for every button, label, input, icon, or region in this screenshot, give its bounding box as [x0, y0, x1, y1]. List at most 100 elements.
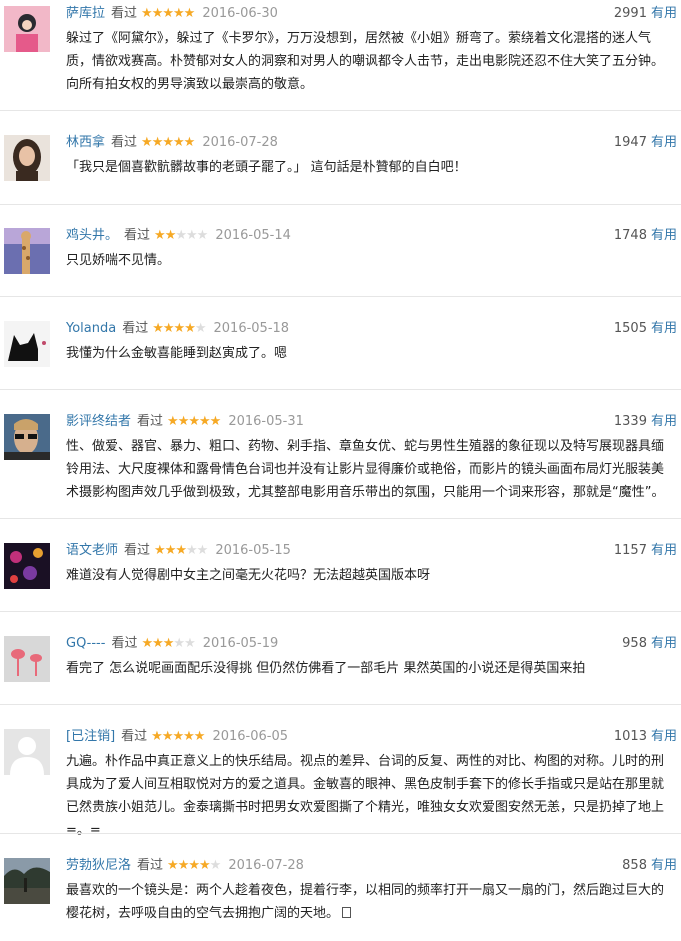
- star-filled-icon: ★: [141, 6, 153, 21]
- avatar-man-sunglasses-photo-icon: [4, 414, 50, 460]
- star-filled-icon: ★: [173, 321, 186, 336]
- comment-date: 2016-05-18: [213, 321, 290, 336]
- avatar[interactable]: [4, 414, 50, 460]
- avatar-flamingo-photo-icon: [4, 636, 50, 682]
- star-filled-icon: ★: [162, 135, 174, 150]
- comment-meta: [已注销] 看过 ★★★★★ 2016-06-05: [66, 727, 288, 747]
- useful-button[interactable]: 有用: [651, 543, 677, 558]
- username-link[interactable]: 劳勃狄尼洛: [66, 858, 131, 873]
- comment-text: 难道没有人觉得剧中女主之间毫无火花吗？无法超越英国版本呀: [66, 568, 431, 583]
- comment-date: 2016-06-05: [212, 729, 289, 744]
- divider: [0, 296, 681, 297]
- useful-button[interactable]: 有用: [651, 135, 677, 150]
- useful-button[interactable]: 有用: [651, 636, 677, 651]
- useful-button[interactable]: 有用: [651, 729, 677, 744]
- comment-meta: 萨库拉 看过 ★★★★★ 2016-06-30: [66, 4, 278, 24]
- seen-label: 看过: [122, 321, 149, 336]
- useful-button[interactable]: 有用: [651, 321, 677, 336]
- star-empty-icon: ★: [186, 228, 198, 243]
- username-link[interactable]: [已注销]: [66, 729, 115, 744]
- comment-text-body: 最喜欢的一个镜头是：两个人趁着夜色，提着行李，以相同的频率打开一扇又一扇的门，然…: [66, 883, 665, 921]
- star-filled-icon: ★: [172, 729, 184, 744]
- vote-count: 1013: [613, 729, 647, 744]
- vote-count: 1505: [613, 321, 647, 336]
- avatar[interactable]: [4, 729, 50, 775]
- star-filled-icon: ★: [152, 321, 164, 336]
- username-link[interactable]: 林西拿: [66, 135, 105, 150]
- star-filled-icon: ★: [177, 414, 190, 429]
- avatar[interactable]: [4, 543, 50, 589]
- vote-count: 1339: [613, 414, 647, 429]
- star-filled-icon: ★: [162, 321, 175, 336]
- star-filled-icon: ★: [162, 636, 175, 651]
- avatar[interactable]: [4, 636, 50, 682]
- star-filled-icon: ★: [177, 858, 190, 873]
- rating-stars: ★★★★★: [152, 321, 207, 336]
- star-filled-icon: ★: [164, 228, 177, 243]
- username-link[interactable]: 萨库拉: [66, 6, 105, 21]
- avatar-pink-photo-icon: [4, 6, 50, 52]
- comment-text: 性、做爱、器官、暴力、粗口、药物、剁手指、章鱼女优、蛇与男性生殖器的象征现以及特…: [66, 439, 665, 500]
- star-filled-icon: ★: [152, 636, 164, 651]
- star-filled-icon: ★: [199, 414, 211, 429]
- comment-meta: 语文老师 看过 ★★★★★ 2016-05-15: [66, 541, 291, 561]
- star-filled-icon: ★: [209, 414, 222, 429]
- avatar-black-cat-photo-icon: [4, 321, 50, 367]
- username-link[interactable]: Yolanda: [66, 321, 116, 336]
- avatar-giraffe-photo-icon: [4, 228, 50, 274]
- comment-date: 2016-05-31: [228, 414, 304, 429]
- vote-area: 858 有用: [622, 856, 677, 876]
- comment-date: 2016-07-28: [228, 858, 304, 873]
- useful-button[interactable]: 有用: [651, 414, 677, 429]
- star-filled-icon: ★: [183, 729, 195, 744]
- star-filled-icon: ★: [154, 228, 166, 243]
- username-link[interactable]: GQ----: [66, 636, 105, 651]
- divider: [0, 204, 681, 205]
- star-empty-icon: ★: [173, 636, 185, 651]
- useful-button[interactable]: 有用: [651, 6, 677, 21]
- seen-label: 看过: [124, 543, 151, 558]
- vote-count: 958: [622, 636, 647, 651]
- star-filled-icon: ★: [183, 6, 196, 21]
- star-filled-icon: ★: [175, 543, 187, 558]
- avatar-tree-landscape-photo-icon: [4, 858, 50, 904]
- comment-date: 2016-05-19: [202, 636, 279, 651]
- star-filled-icon: ★: [154, 543, 166, 558]
- star-empty-icon: ★: [196, 543, 209, 558]
- star-filled-icon: ★: [151, 729, 163, 744]
- vote-count: 1947: [613, 135, 647, 150]
- avatar[interactable]: [4, 6, 50, 52]
- avatar[interactable]: [4, 228, 50, 274]
- username-link[interactable]: 影评终结者: [66, 414, 131, 429]
- vote-area: 1339 有用: [614, 412, 677, 432]
- avatar[interactable]: [4, 858, 50, 904]
- username-link[interactable]: 鸡头井。: [66, 228, 118, 243]
- star-filled-icon: ★: [188, 858, 200, 873]
- divider: [0, 518, 681, 519]
- seen-label: 看过: [124, 228, 151, 243]
- seen-label: 看过: [121, 729, 148, 744]
- rating-stars: ★★★★★: [167, 858, 221, 873]
- seen-label: 看过: [137, 858, 164, 873]
- avatar[interactable]: [4, 321, 50, 367]
- avatar-stage-lights-photo-icon: [4, 543, 50, 589]
- comment-text: 「我只是個喜歡骯髒故事的老頭子罷了。」 這句話是朴贊郁的自白吧！: [66, 160, 467, 175]
- useful-button[interactable]: 有用: [651, 228, 677, 243]
- star-filled-icon: ★: [167, 414, 179, 429]
- star-filled-icon: ★: [162, 6, 174, 21]
- vote-count: 858: [622, 858, 647, 873]
- star-filled-icon: ★: [184, 321, 196, 336]
- avatar[interactable]: [4, 135, 50, 181]
- rating-stars: ★★★★★: [141, 135, 195, 150]
- username-link[interactable]: 语文老师: [66, 543, 118, 558]
- vote-count: 1157: [613, 543, 647, 558]
- divider: [0, 389, 681, 390]
- star-empty-icon: ★: [196, 228, 209, 243]
- star-filled-icon: ★: [161, 729, 174, 744]
- vote-area: 1947 有用: [614, 133, 677, 153]
- rating-stars: ★★★★★: [141, 636, 196, 651]
- useful-button[interactable]: 有用: [651, 858, 677, 873]
- star-empty-icon: ★: [184, 636, 196, 651]
- star-empty-icon: ★: [194, 321, 207, 336]
- rating-stars: ★★★★★: [167, 414, 222, 429]
